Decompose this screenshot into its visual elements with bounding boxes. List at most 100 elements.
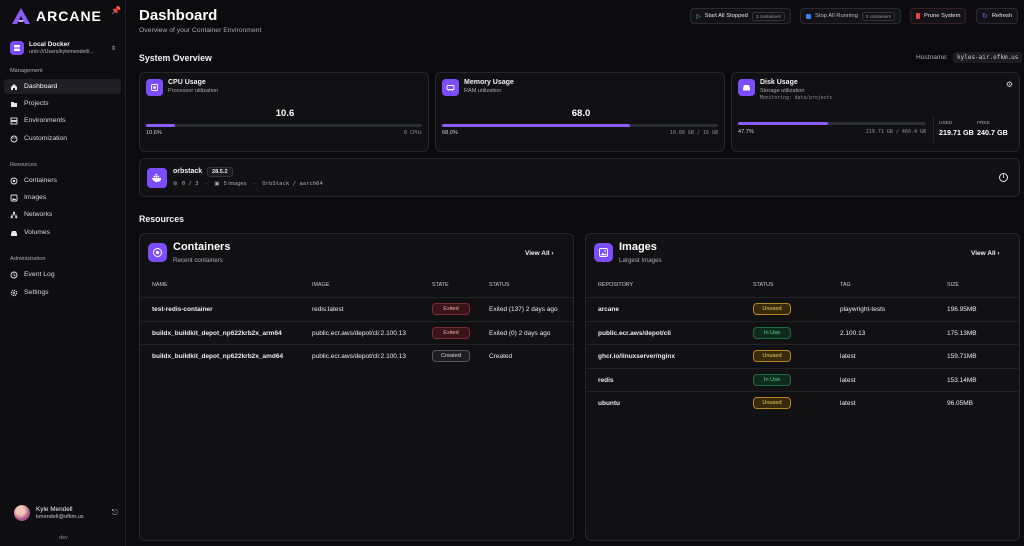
column-header-name[interactable]: NAME (152, 282, 168, 288)
avatar (14, 505, 30, 521)
column-header-status[interactable]: STATUS (489, 282, 509, 288)
memory-subtitle: RAM utilization (464, 88, 502, 94)
chevron-right-icon: › (551, 250, 554, 257)
user-menu[interactable]: Kyle Mendell kmendell@ofkm.us ⎋ (14, 505, 118, 521)
image-tag: latest (840, 353, 856, 360)
disk-free-label: FREE (977, 121, 990, 126)
sidebar-item-dashboard[interactable]: Dashboard (4, 79, 121, 94)
image-repository[interactable]: public.ecr.aws/depot/cli (598, 330, 671, 337)
app-name: ARCANE (36, 8, 102, 24)
table-row[interactable]: arcane Unused playwright-tests 196.95MB (586, 297, 1019, 321)
start-all-label: Start All Stopped (704, 13, 748, 19)
column-header-size[interactable]: SIZE (947, 282, 959, 288)
engine-version-badge: 28.5.2 (207, 167, 233, 177)
disk-settings-gear-icon[interactable]: ⚙ (1006, 80, 1013, 89)
sidebar-item-customization[interactable]: Customization (4, 131, 121, 146)
containers-view-all-link[interactable]: View All › (525, 250, 554, 257)
pin-sidebar-icon[interactable]: 📌 (111, 6, 121, 15)
table-row[interactable]: ubuntu Unused latest 96.05MB (586, 391, 1019, 415)
table-row[interactable]: buildx_buildkit_depot_np622krb2x_arm64 p… (140, 321, 573, 345)
image-repository[interactable]: ubuntu (598, 400, 620, 407)
cpu-value: 10.6 (275, 108, 295, 119)
separator: · (253, 181, 256, 187)
image-repository[interactable]: ghcr.io/linuxserver/nginx (598, 353, 675, 360)
user-email: kmendell@ofkm.us (36, 514, 84, 520)
column-header-state[interactable]: STATE (432, 282, 449, 288)
state-badge: Exited (432, 327, 470, 339)
sidebar-item-projects[interactable]: Projects (4, 96, 121, 111)
images-card: Images Largest Images View All › REPOSIT… (585, 233, 1020, 541)
environment-switcher[interactable]: Local Docker unix:///Users/kylemendell/.… (6, 37, 120, 59)
sidebar-item-containers[interactable]: Containers (4, 173, 121, 188)
refresh-button[interactable]: ↻ Refresh (976, 8, 1019, 24)
chevron-right-icon: › (997, 250, 1000, 257)
info-icon[interactable]: i (999, 173, 1008, 182)
memory-usage-card: Memory Usage RAM utilization 68.0 68.0% … (435, 72, 725, 152)
system-overview-heading: System Overview (139, 53, 212, 63)
app-version: dev (59, 535, 68, 541)
column-header-status[interactable]: STATUS (753, 282, 773, 288)
column-header-repository[interactable]: REPOSITORY (598, 282, 633, 288)
image-tag: latest (840, 377, 856, 384)
sidebar-item-volumes[interactable]: Volumes (4, 225, 121, 240)
table-row[interactable]: buildx_buildkit_depot_np622krb2x_amd64 p… (140, 344, 573, 368)
sidebar-item-environments[interactable]: Environments (4, 113, 121, 128)
logout-icon[interactable]: ⎋ (112, 508, 118, 518)
app-logo[interactable]: ARCANE (12, 8, 102, 24)
memory-usage-bar-fill (442, 124, 630, 127)
image-tag: 2.100.13 (840, 330, 866, 337)
images-view-all-link[interactable]: View All › (971, 250, 1000, 257)
image-repository[interactable]: arcane (598, 306, 619, 313)
container-name[interactable]: buildx_buildkit_depot_np622krb2x_arm64 (152, 330, 282, 337)
start-all-stopped-button[interactable]: ▷ Start All Stopped 3 containers (690, 8, 791, 24)
table-row[interactable]: ghcr.io/linuxserver/nginx Unused latest … (586, 344, 1019, 368)
prune-label: Prune System (924, 13, 961, 19)
container-name[interactable]: buildx_buildkit_depot_np622krb2x_amd64 (152, 353, 283, 360)
image-repository[interactable]: redis (598, 377, 614, 384)
stop-all-running-button[interactable]: Stop All Running 0 containers (800, 8, 901, 24)
sidebar-item-label: Event Log (24, 271, 55, 278)
memory-amount: 10.88 GB / 16 GB (669, 130, 718, 136)
play-icon: ▷ (696, 13, 701, 20)
container-status: Exited (0) 2 days ago (489, 330, 551, 337)
disk-monitoring-path: Monitoring: data/projects (760, 96, 833, 101)
column-header-tag[interactable]: TAG (840, 282, 851, 288)
table-row[interactable]: redis In Use latest 153.14MB (586, 368, 1019, 392)
view-all-label: View All (971, 250, 996, 257)
page-subtitle: Overview of your Container Environment (139, 27, 262, 34)
status-badge: Unused (753, 397, 791, 409)
status-badge: In Use (753, 327, 791, 339)
running-count: 0 containers (861, 11, 895, 21)
cpu-percent: 10.6% (146, 130, 162, 136)
cpu-usage-bar (146, 124, 422, 127)
container-name[interactable]: test-redis-container (152, 306, 213, 313)
cpu-usage-card: CPU Usage Processor utilization 10.6 10.… (139, 72, 429, 152)
refresh-icon: ↻ (982, 13, 988, 20)
disk-usage-bar (738, 122, 926, 125)
sidebar-item-settings[interactable]: Settings (4, 285, 121, 300)
section-management: Management (10, 68, 43, 74)
network-icon (10, 211, 18, 219)
container-image: public.ecr.aws/depot/cli:2.100.13 (312, 330, 406, 337)
sidebar-item-label: Customization (24, 135, 68, 142)
sidebar-item-label: Images (24, 194, 47, 201)
table-row[interactable]: test-redis-container redis:latest Exited… (140, 297, 573, 321)
sidebar-item-images[interactable]: Images (4, 190, 121, 205)
volume-icon (10, 229, 18, 237)
image-size: 175.13MB (947, 330, 977, 337)
sidebar-item-networks[interactable]: Networks (4, 207, 121, 222)
disk-amount: 219.71 GB / 460.4 GB (865, 129, 926, 135)
hostname-label: Hostname: (916, 54, 948, 61)
sidebar-item-event-log[interactable]: Event Log (4, 267, 121, 282)
image-size: 196.95MB (947, 306, 977, 313)
sidebar: ARCANE 📌 Local Docker unix:///Users/kyle… (0, 0, 126, 546)
disk-used-label: USED (939, 121, 953, 126)
column-header-image[interactable]: IMAGE (312, 282, 329, 288)
status-badge: In Use (753, 374, 791, 386)
hostname-value: kyles-air.ofkm.us (953, 52, 1023, 63)
docker-engine-card: orbstack 28.5.2 ⊚ 0 / 3 · ▣ 5 images · O… (139, 158, 1020, 197)
palette-icon (10, 135, 18, 143)
disk-usage-bar-fill (738, 122, 828, 125)
table-row[interactable]: public.ecr.aws/depot/cli In Use 2.100.13… (586, 321, 1019, 345)
prune-system-button[interactable]: Prune System (910, 8, 967, 24)
